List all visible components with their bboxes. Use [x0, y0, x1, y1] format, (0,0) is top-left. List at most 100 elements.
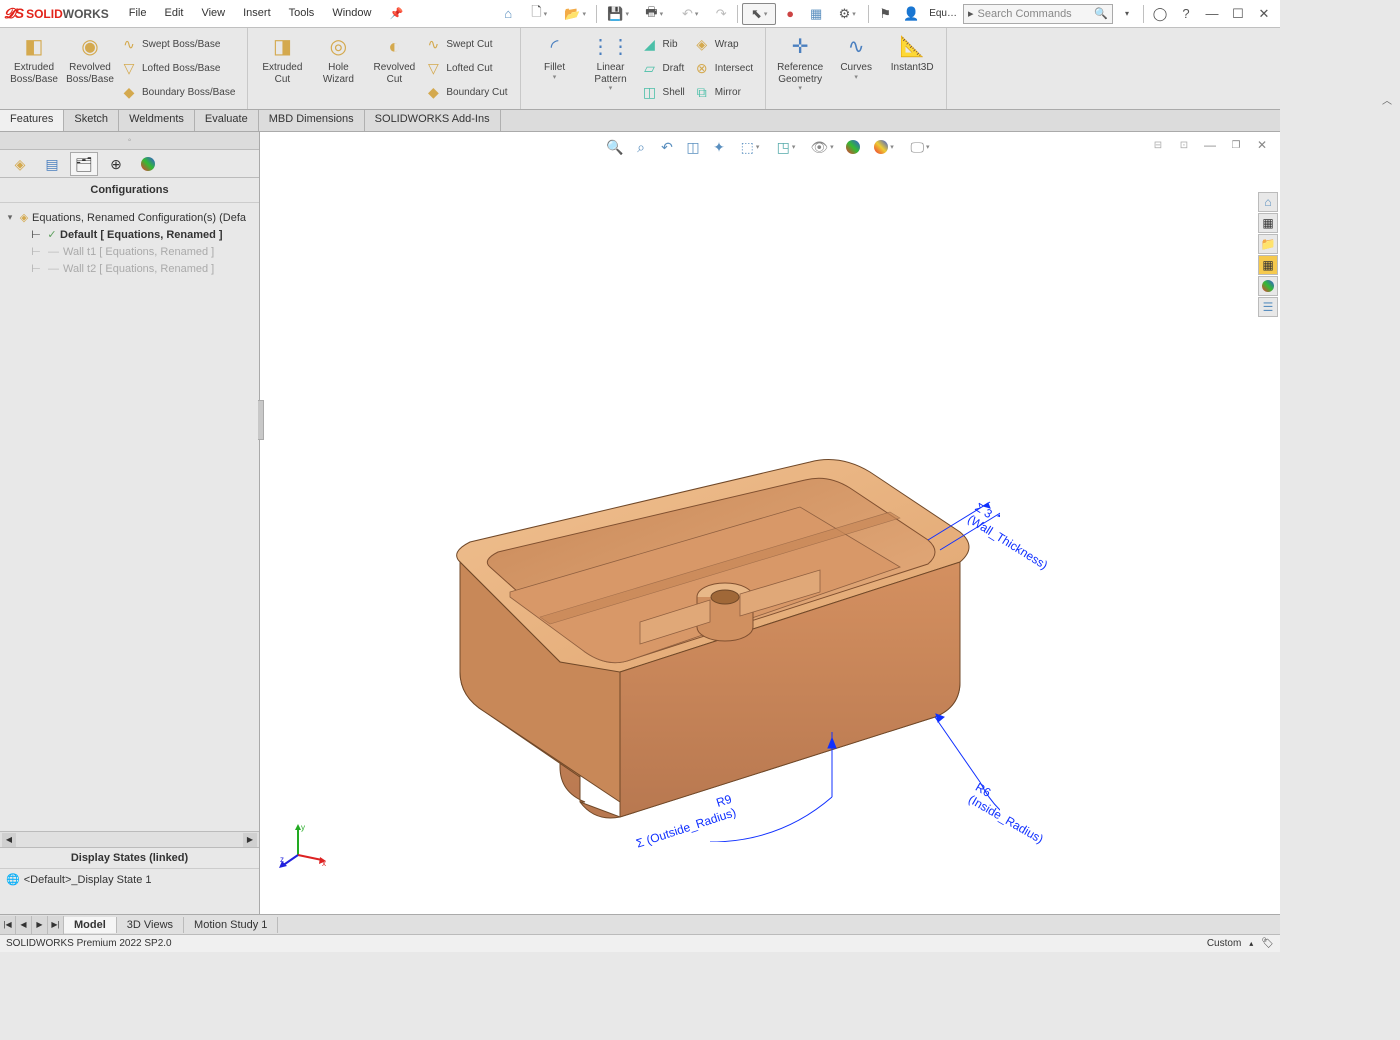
display-state-item[interactable]: 🌐 <Default>_Display State 1: [0, 869, 259, 890]
ref-geometry-button[interactable]: ✛Reference Geometry▾: [772, 30, 828, 97]
dynamic-icon[interactable]: ✦: [707, 136, 731, 158]
tab-evaluate[interactable]: Evaluate: [195, 110, 259, 131]
3d-views-tab[interactable]: 3D Views: [117, 917, 184, 933]
motion-study-tab[interactable]: Motion Study 1: [184, 917, 278, 933]
scroll-left-icon[interactable]: ◀: [2, 833, 16, 847]
status-tag-icon[interactable]: 🏷: [1261, 938, 1274, 949]
boundary-boss-button[interactable]: ◆Boundary Boss/Base: [118, 80, 241, 104]
task-resources-icon[interactable]: ▦: [1258, 213, 1278, 233]
task-appearances-icon[interactable]: [1258, 276, 1278, 296]
task-custom-props-icon[interactable]: ☰: [1258, 297, 1278, 317]
save-icon[interactable]: 💾: [601, 3, 635, 25]
rib-button[interactable]: ◢Rib: [639, 32, 691, 56]
search-dropdown-icon[interactable]: ▾: [1115, 3, 1139, 25]
tree-item-wall-t2[interactable]: ⊢— Wall t2 [ Equations, Renamed ]: [4, 260, 255, 277]
zoom-area-icon[interactable]: ⌕: [629, 136, 653, 158]
vp-next-icon[interactable]: ⊡: [1172, 134, 1196, 156]
open-icon[interactable]: 📂: [558, 3, 592, 25]
revolved-cut-button[interactable]: ◐Revolved Cut: [366, 30, 422, 89]
tab-weldments[interactable]: Weldments: [119, 110, 195, 131]
view-triad[interactable]: y x z: [278, 820, 328, 870]
person-icon[interactable]: 👤: [899, 3, 923, 25]
fillet-button[interactable]: ◜Fillet▾: [527, 30, 583, 86]
appearance-icon[interactable]: [841, 136, 865, 158]
wrap-button[interactable]: ◈Wrap: [691, 32, 759, 56]
lofted-cut-button[interactable]: ▽Lofted Cut: [422, 56, 513, 80]
instant3d-button[interactable]: 📐Instant3D: [884, 30, 940, 78]
model-tab[interactable]: Model: [64, 917, 117, 933]
prev-view-icon[interactable]: ↶: [655, 136, 679, 158]
close-icon[interactable]: ✕: [1252, 3, 1276, 25]
linear-pattern-button[interactable]: ⋮⋮Linear Pattern▾: [583, 30, 639, 97]
lofted-boss-button[interactable]: ▽Lofted Boss/Base: [118, 56, 241, 80]
mtab-last-icon[interactable]: ▶|: [48, 916, 64, 934]
menu-view[interactable]: View: [193, 3, 233, 24]
curves-button[interactable]: ∿Curves▾: [828, 30, 884, 86]
mirror-button[interactable]: ⧉Mirror: [691, 80, 759, 104]
boundary-cut-button[interactable]: ◆Boundary Cut: [422, 80, 513, 104]
vp-prev-icon[interactable]: ⊟: [1146, 134, 1170, 156]
select-icon[interactable]: ⬉: [742, 3, 776, 25]
user-icon[interactable]: ◯: [1148, 3, 1172, 25]
hole-wizard-button[interactable]: ◎Hole Wizard: [310, 30, 366, 89]
scroll-right-icon[interactable]: ▶: [243, 833, 257, 847]
tab-sketch[interactable]: Sketch: [64, 110, 119, 131]
dimxpert-tab-icon[interactable]: ⊕: [102, 152, 130, 176]
help-icon[interactable]: ?: [1174, 3, 1198, 25]
new-icon[interactable]: 🗋: [522, 3, 556, 25]
menu-edit[interactable]: Edit: [156, 3, 191, 24]
status-dropdown-icon[interactable]: ▴: [1249, 939, 1253, 948]
scene-icon[interactable]: [867, 136, 901, 158]
rebuild-icon[interactable]: ●: [778, 3, 802, 25]
file-props-icon[interactable]: ▦: [804, 3, 828, 25]
undo-icon[interactable]: ↶: [673, 3, 707, 25]
shell-button[interactable]: ◫Shell: [639, 80, 691, 104]
swept-boss-button[interactable]: ∿Swept Boss/Base: [118, 32, 241, 56]
status-units[interactable]: Custom: [1207, 938, 1241, 949]
vp-close-icon[interactable]: ✕: [1250, 134, 1274, 156]
mtab-prev-icon[interactable]: ◀: [16, 916, 32, 934]
menu-pin-icon[interactable]: 📌: [381, 3, 411, 24]
menu-window[interactable]: Window: [324, 3, 379, 24]
tree-root[interactable]: ▾◈ Equations, Renamed Configuration(s) (…: [4, 209, 255, 226]
mtab-next-icon[interactable]: ▶: [32, 916, 48, 934]
view-settings-icon[interactable]: 🖵: [903, 136, 937, 158]
graphics-viewport[interactable]: 🔍 ⌕ ↶ ◫ ✦ ⬚ ◳ 👁 🖵 ⊟ ⊡ — ❐ ✕ ⌂ ▦ 📁 ▦ ☰: [260, 132, 1280, 914]
collapse-ribbon-icon[interactable]: ︿: [1382, 92, 1392, 107]
tab-mbd[interactable]: MBD Dimensions: [259, 110, 365, 131]
minimize-icon[interactable]: —: [1200, 3, 1224, 25]
menu-file[interactable]: File: [121, 3, 155, 24]
configuration-tab-icon[interactable]: 🗂: [70, 152, 98, 176]
maximize-icon[interactable]: ☐: [1226, 3, 1250, 25]
draft-button[interactable]: ▱Draft: [639, 56, 691, 80]
configuration-tree[interactable]: ▾◈ Equations, Renamed Configuration(s) (…: [0, 203, 259, 831]
revolved-boss-button[interactable]: ◉Revolved Boss/Base: [62, 30, 118, 89]
extruded-boss-button[interactable]: ◧Extruded Boss/Base: [6, 30, 62, 89]
options-icon[interactable]: ⚙: [830, 3, 864, 25]
tab-features[interactable]: Features: [0, 110, 64, 131]
display-manager-tab-icon[interactable]: [134, 152, 162, 176]
panel-drag-handle[interactable]: [258, 400, 264, 440]
menu-insert[interactable]: Insert: [235, 3, 279, 24]
search-commands-input[interactable]: ▸ Search Commands 🔍: [963, 4, 1113, 24]
zoom-fit-icon[interactable]: 🔍: [603, 136, 627, 158]
section-view-icon[interactable]: ◫: [681, 136, 705, 158]
property-manager-tab-icon[interactable]: ▤: [38, 152, 66, 176]
tree-item-wall-t1[interactable]: ⊢— Wall t1 [ Equations, Renamed ]: [4, 243, 255, 260]
panel-hscrollbar[interactable]: ◀ ▶: [0, 831, 259, 847]
display-style-icon[interactable]: ◳: [769, 136, 803, 158]
swept-cut-button[interactable]: ∿Swept Cut: [422, 32, 513, 56]
view-orient-icon[interactable]: ⬚: [733, 136, 767, 158]
menu-tools[interactable]: Tools: [281, 3, 323, 24]
vp-minimize-icon[interactable]: —: [1198, 134, 1222, 156]
task-view-palette-icon[interactable]: ▦: [1258, 255, 1278, 275]
vp-restore-icon[interactable]: ❐: [1224, 134, 1248, 156]
hide-show-icon[interactable]: 👁: [805, 136, 839, 158]
print-icon[interactable]: 🖶: [637, 3, 671, 25]
tree-item-default[interactable]: ⊢✓ Default [ Equations, Renamed ]: [4, 226, 255, 243]
home-icon[interactable]: ⌂: [496, 3, 520, 25]
task-library-icon[interactable]: 📁: [1258, 234, 1278, 254]
tab-addins[interactable]: SOLIDWORKS Add-Ins: [365, 110, 501, 131]
redo-icon[interactable]: ↷: [709, 3, 733, 25]
extruded-cut-button[interactable]: ◨Extruded Cut: [254, 30, 310, 89]
